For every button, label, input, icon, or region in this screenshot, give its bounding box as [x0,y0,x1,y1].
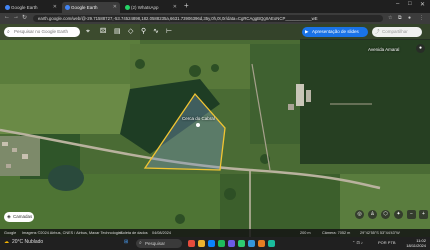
reload-icon[interactable]: ↻ [22,14,27,21]
search-placeholder: Pesquisar no Google Earth [14,29,69,34]
status-bar: Google Imagens ©2024 Airbus, CNES / Airb… [0,229,430,237]
camera-altitude: Câmera: 7052 m [322,231,351,235]
search-icon: ⌕ [7,29,10,35]
app-icon-teal[interactable] [268,240,275,247]
compass-icon[interactable]: ✦ [394,210,403,219]
address-bar: ← → ↻ earth.google.com/web/@-29.71588727… [0,13,430,24]
tab-whatsapp[interactable]: (2) WhatsApp ✕ [122,2,180,13]
projects-icon[interactable]: ▤ [114,28,121,36]
browser-menu-icon[interactable]: ⋮ [419,15,424,21]
add-path-icon[interactable]: ∿ [153,28,159,36]
slideshow-icon: ▶ [305,29,309,34]
earth-toolbar: ⌕ Pesquisar no Google Earth ⌖ ⚄ ▤ ◇ ⚲ ∿ … [0,24,430,40]
share-icon: ⤴ [375,29,380,34]
tab-label: Google Earth [11,5,38,10]
google-earth-favicon-icon [65,5,70,10]
search-icon: ⌕ [139,240,142,246]
placemark-dot-icon[interactable] [196,123,200,127]
area-label[interactable]: Cerca do Cabral [182,116,215,121]
maximize-button[interactable]: □ [408,1,412,7]
google-earth-favicon-icon [5,5,10,10]
google-logo: Google [4,231,17,235]
new-tab-button[interactable]: + [184,1,189,10]
edge-browser-icon[interactable] [208,240,215,247]
share-label: Compartilhar [382,29,408,34]
app-icon-purple[interactable] [228,240,235,247]
zoom-in-button[interactable]: + [419,210,428,219]
tab-label: Google Earth [71,5,98,10]
presentation-label: Apresentação de slides [312,29,359,34]
language-indicator[interactable]: POR PTB [378,240,396,245]
app-icon-red[interactable] [188,240,195,247]
3d-toggle-icon[interactable]: ⬡ [381,210,390,219]
clock-date: 18/11/2024 [406,243,426,248]
extensions-icon[interactable]: ⧉ [398,15,402,21]
minimize-button[interactable]: – [396,1,399,7]
app-icon-blue[interactable] [248,240,255,247]
url-field[interactable]: earth.google.com/web/@-29.71588727,-53.7… [33,15,383,22]
imagery-copyright: Imagens ©2024 Airbus, CNES / Airbus, Max… [22,231,123,235]
capture-label: Coleta de dados [120,231,148,235]
share-button[interactable]: ⤴ Compartilhar [372,27,422,37]
clock[interactable]: 11:02 18/11/2024 [402,238,426,248]
measure-icon[interactable]: ⊢ [166,28,172,36]
tray-icons[interactable]: ⌃ ⊡ ♪ [352,240,363,245]
place-label-avenida[interactable]: Avenida Amaral [368,47,399,52]
close-tab-icon[interactable]: ✕ [173,2,177,13]
weather-icon[interactable]: ☁ [4,239,9,245]
taskbar: ☁ 20°C Nublado ⊞ ⌕ Pesquisar ⌃ ⊡ ♪ POR P… [0,237,430,250]
tab-google-earth-2[interactable]: Google Earth ✕ [62,2,120,13]
search-input[interactable]: ⌕ Pesquisar no Google Earth [4,27,80,37]
whatsapp-favicon-icon [125,5,130,10]
street-view-pegman-icon[interactable]: ♙ [368,210,377,219]
forward-icon[interactable]: → [13,14,19,20]
back-icon[interactable]: ← [4,14,10,20]
zoom-out-button[interactable]: − [407,210,416,219]
close-tab-icon[interactable]: ✕ [113,2,117,13]
map-style-icon[interactable]: ◇ [128,28,133,36]
account-icon[interactable]: ● [416,44,425,53]
layers-button[interactable]: ◈ Camadas [4,212,34,222]
taskbar-search-placeholder: Pesquisar [145,241,166,246]
close-window-button[interactable]: ✕ [420,1,425,8]
layers-icon: ◈ [7,214,11,220]
file-explorer-icon[interactable] [198,240,205,247]
close-tab-icon[interactable]: ✕ [53,2,57,13]
capture-date: 04/08/2024 [152,231,172,235]
tab-google-earth-1[interactable]: Google Earth ✕ [2,2,60,13]
scale-indicator: 200 m [300,231,311,235]
add-placemark-icon[interactable]: ⚲ [141,28,146,36]
profile-icon[interactable]: ● [408,15,411,21]
layers-label: Camadas [13,214,33,219]
bookmark-star-icon[interactable]: ☆ [388,15,392,21]
app-icon-orange[interactable] [258,240,265,247]
earth-map-view[interactable]: ⌕ Pesquisar no Google Earth ⌖ ⚄ ▤ ◇ ⚲ ∿ … [0,24,430,237]
cursor-coordinates: 29°42'55"S 53°44'43"W [360,231,400,235]
satellite-imagery[interactable] [0,24,430,237]
voyager-icon[interactable]: ⌖ [86,28,90,36]
fly-to-location-icon[interactable]: ◎ [355,210,364,219]
whatsapp-app-icon[interactable] [238,240,245,247]
browser-tab-strip: Google Earth ✕ Google Earth ✕ (2) WhatsA… [0,0,430,13]
weather-text[interactable]: 20°C Nublado [12,239,43,245]
presentation-button[interactable]: ▶ Apresentação de slides [302,27,368,37]
tab-label: (2) WhatsApp [131,5,159,10]
windows-start-icon[interactable]: ⊞ [124,239,128,245]
random-dice-icon[interactable]: ⚄ [100,28,106,36]
chrome-browser-icon[interactable] [218,240,225,247]
taskbar-search[interactable]: ⌕ Pesquisar [136,239,182,248]
